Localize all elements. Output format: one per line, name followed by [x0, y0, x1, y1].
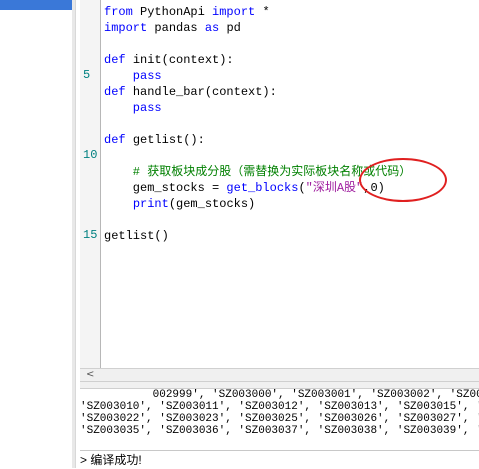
code-token: pd — [226, 21, 241, 35]
prompt-symbol: > — [80, 453, 88, 467]
code-token: * — [255, 5, 270, 19]
left-panel-scrollbar[interactable] — [72, 0, 75, 468]
code-token: (gem_stocks) — [168, 197, 256, 211]
output-line: 'SZ003010', 'SZ003011', 'SZ003012', 'SZ0… — [80, 401, 479, 413]
code-line[interactable] — [104, 212, 411, 228]
selected-file-item[interactable] — [0, 0, 72, 10]
code-token: import — [104, 21, 155, 35]
line-number-gutter: 5 10 15 — [80, 0, 101, 370]
code-line[interactable]: import pandas as pd — [104, 20, 411, 36]
code-token: from — [104, 5, 141, 19]
code-line[interactable]: def init(context): — [104, 52, 411, 68]
code-line[interactable] — [104, 148, 411, 164]
code-token: pandas — [154, 21, 205, 35]
code-text[interactable]: from PythonApi import * import pandas as … — [104, 4, 411, 244]
code-line[interactable]: getlist() — [104, 228, 411, 244]
red-annotation-circle — [359, 158, 447, 202]
line-number-10: 10 — [83, 148, 98, 162]
output-line: 002999', 'SZ003000', 'SZ003001', 'SZ0030… — [80, 389, 479, 401]
pane-splitter[interactable] — [80, 381, 479, 389]
code-token: getlist(): — [132, 133, 205, 147]
scroll-left-arrow-icon[interactable]: < — [86, 369, 94, 380]
code-token: PythonApi — [140, 5, 213, 19]
code-line[interactable] — [104, 36, 411, 52]
code-token: import — [212, 5, 256, 19]
code-token: as — [204, 21, 227, 35]
code-token: handle_bar(context): — [132, 85, 277, 99]
code-editor[interactable]: 5 10 15 from PythonApi import * import pa… — [80, 0, 479, 382]
code-token: print — [132, 197, 169, 211]
editor-horizontal-scrollbar[interactable]: < — [80, 368, 479, 382]
left-file-panel[interactable] — [0, 0, 76, 468]
code-line[interactable]: from PythonApi import * — [104, 4, 411, 20]
output-panel: 002999', 'SZ003000', 'SZ003001', 'SZ0030… — [80, 389, 479, 449]
code-line[interactable]: def getlist(): — [104, 132, 411, 148]
code-token: init(context): — [132, 53, 234, 67]
output-line: 'SZ003035', 'SZ003036', 'SZ003037', 'SZ0… — [80, 425, 479, 437]
code-token: ( — [298, 181, 306, 195]
code-line[interactable]: pass — [104, 100, 411, 116]
code-line[interactable]: pass — [104, 68, 411, 84]
line-number-5: 5 — [83, 68, 91, 82]
compile-status-message: 编译成功! — [90, 453, 142, 467]
line-number-15: 15 — [83, 228, 98, 242]
code-line[interactable]: def handle_bar(context): — [104, 84, 411, 100]
code-token: def — [104, 85, 133, 99]
code-line[interactable] — [104, 116, 411, 132]
code-token: def — [104, 133, 133, 147]
status-bar: > 编译成功! — [80, 450, 479, 469]
code-token: def — [104, 53, 133, 67]
code-token: getlist() — [104, 229, 169, 243]
code-token: get_blocks — [226, 181, 299, 195]
code-token: pass — [104, 101, 162, 115]
code-token: gem_stocks = — [104, 181, 227, 195]
code-line[interactable]: print(gem_stocks) — [104, 196, 411, 212]
code-token: pass — [104, 69, 162, 83]
code-token: "深圳A股" — [305, 181, 364, 195]
output-line: 'SZ003022', 'SZ003023', 'SZ003025', 'SZ0… — [80, 413, 479, 425]
